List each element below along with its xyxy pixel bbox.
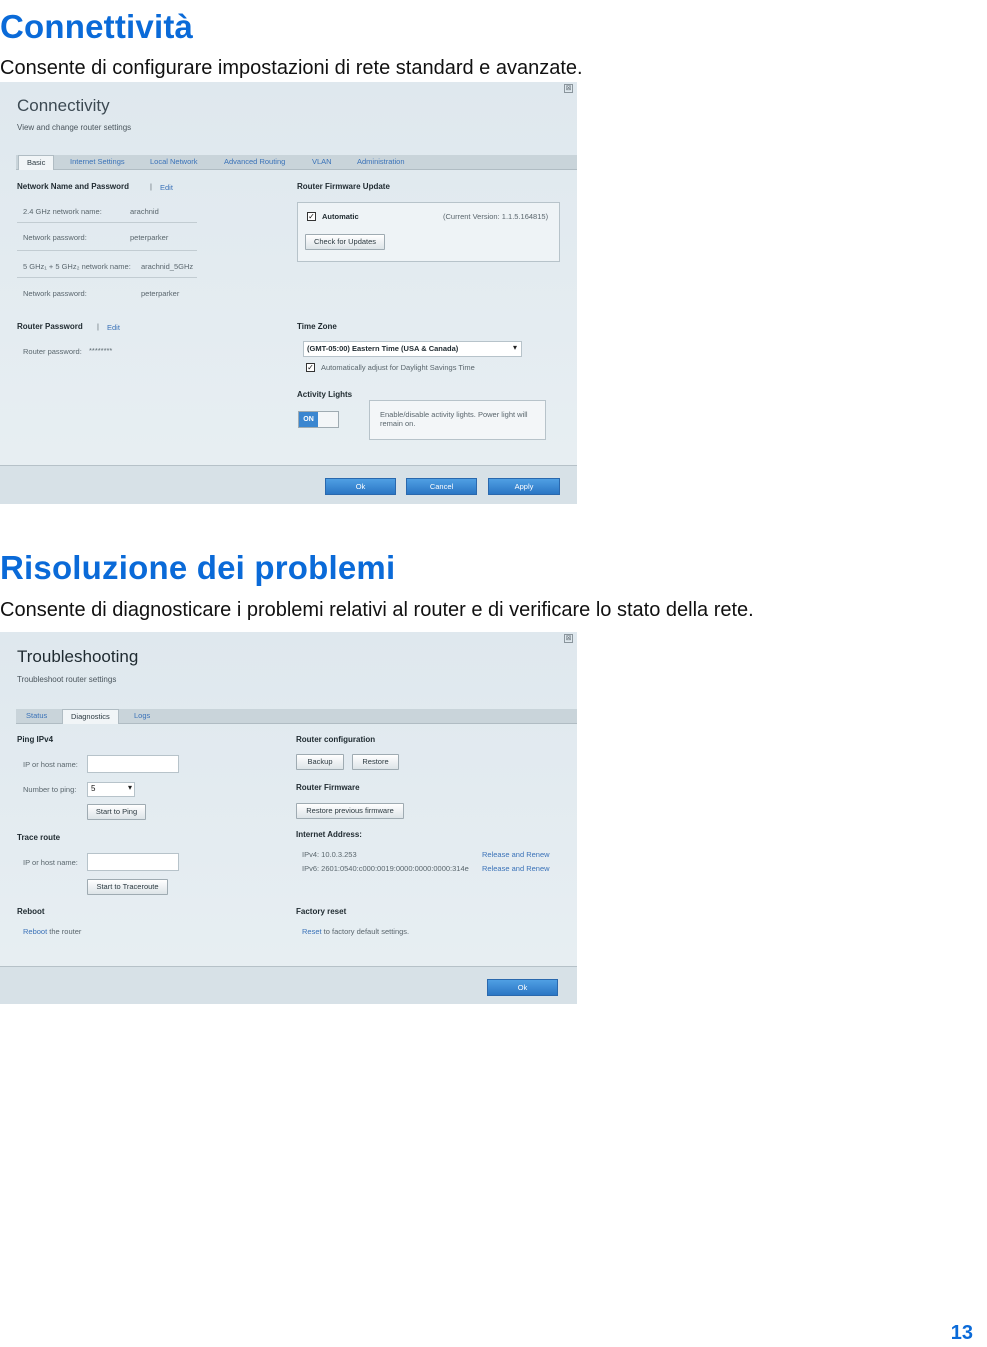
ipv6-address: IPv6: 2601:0540:c000:0019:0000:0000:0000…: [302, 864, 469, 873]
divider: [17, 222, 197, 223]
net24-value: arachnid: [130, 207, 159, 216]
password1-label: Network password:: [23, 233, 87, 242]
firmware-box: ✓ Automatic (Current Version: 1.1.5.1648…: [297, 202, 560, 262]
ping-number-label: Number to ping:: [23, 785, 77, 794]
connectivity-screenshot: ⊠ Connectivity View and change router se…: [0, 82, 577, 504]
trace-host-label: IP or host name:: [23, 858, 78, 867]
firmware-section-title: Router Firmware Update: [297, 182, 390, 191]
factory-reset-line: Reset to factory default settings.: [302, 927, 409, 936]
tab-vlan[interactable]: VLAN: [304, 155, 340, 169]
section-heading-connectivity: Connettività: [0, 8, 194, 45]
window-subtitle: Troubleshoot router settings: [17, 675, 117, 684]
section-lead-connectivity: Consente di configurare impostazioni di …: [0, 57, 583, 79]
password2-label: Network password:: [23, 289, 87, 298]
router-password-value: ********: [89, 346, 113, 355]
close-icon[interactable]: ⊠: [564, 634, 573, 643]
start-traceroute-button[interactable]: Start to Traceroute: [87, 879, 168, 895]
troubleshooting-screenshot: ⊠ Troubleshooting Troubleshoot router se…: [0, 632, 577, 1004]
ping-number-select[interactable]: 5 ▾: [87, 782, 135, 797]
ping-host-input[interactable]: [87, 755, 179, 773]
password1-value: peterparker: [130, 233, 169, 242]
divider: [17, 250, 197, 251]
dst-checkbox[interactable]: ✓: [306, 363, 315, 372]
net24-label: 2.4 GHz network name:: [23, 207, 102, 216]
tab-basic[interactable]: Basic: [18, 155, 55, 170]
chevron-down-icon: ▾: [127, 783, 132, 792]
dialog-footer: Ok Cancel Apply: [0, 465, 577, 504]
reboot-text: the router: [47, 927, 82, 936]
reboot-link[interactable]: Reboot: [23, 927, 47, 936]
reboot-section-title: Reboot: [17, 907, 45, 916]
release-renew-ipv6-link[interactable]: Release and Renew: [482, 864, 550, 873]
divider: [17, 277, 197, 278]
restore-firmware-button[interactable]: Restore previous firmware: [296, 803, 404, 819]
factory-reset-section-title: Factory reset: [296, 907, 347, 916]
tab-logs[interactable]: Logs: [126, 709, 158, 723]
automatic-checkbox[interactable]: ✓: [307, 212, 316, 221]
edit-network-link[interactable]: Edit: [160, 183, 173, 192]
restore-button[interactable]: Restore: [352, 754, 399, 770]
trace-host-input[interactable]: [87, 853, 179, 871]
chevron-down-icon: ▾: [512, 343, 517, 352]
timezone-value: (GMT-05:00) Eastern Time (USA & Canada): [307, 344, 459, 353]
window-title: Connectivity: [17, 96, 110, 115]
net5-value: arachnid_5GHz: [141, 262, 194, 271]
ping-section-title: Ping IPv4: [17, 735, 54, 744]
router-password-section-title: Router Password: [17, 322, 83, 331]
section-heading-troubleshooting: Risoluzione dei problemi: [0, 549, 396, 586]
activity-note-box: Enable/disable activity lights. Power li…: [369, 400, 546, 440]
activity-section-title: Activity Lights: [297, 390, 353, 399]
edit-separator: |: [150, 182, 152, 191]
section-lead-troubleshooting: Consente di diagnosticare i problemi rel…: [0, 599, 754, 621]
tab-local-network[interactable]: Local Network: [142, 155, 206, 169]
ok-button[interactable]: Ok: [487, 979, 558, 996]
edit-separator: |: [97, 322, 99, 331]
ok-button[interactable]: Ok: [325, 478, 396, 495]
edit-router-password-link[interactable]: Edit: [107, 323, 120, 332]
backup-button[interactable]: Backup: [296, 754, 344, 770]
factory-reset-text: to factory default settings.: [321, 927, 410, 936]
ipv4-address: IPv4: 10.0.3.253: [302, 850, 357, 859]
toggle-on-label: ON: [299, 412, 318, 427]
tab-internet-settings[interactable]: Internet Settings: [62, 155, 133, 169]
router-password-label: Router password:: [23, 347, 82, 356]
ping-host-label: IP or host name:: [23, 760, 78, 769]
tab-advanced-routing[interactable]: Advanced Routing: [216, 155, 293, 169]
tab-status[interactable]: Status: [18, 709, 55, 723]
close-icon[interactable]: ⊠: [564, 84, 573, 93]
dst-label: Automatically adjust for Daylight Saving…: [321, 363, 475, 372]
config-section-title: Router configuration: [296, 735, 376, 744]
page-number: 13: [950, 1322, 973, 1344]
trace-section-title: Trace route: [17, 833, 61, 842]
automatic-label: Automatic: [322, 212, 359, 221]
window-title: Troubleshooting: [17, 647, 139, 666]
tab-administration[interactable]: Administration: [349, 155, 413, 169]
timezone-section-title: Time Zone: [297, 322, 337, 331]
start-ping-button[interactable]: Start to Ping: [87, 804, 146, 820]
cancel-button[interactable]: Cancel: [406, 478, 477, 495]
release-renew-ipv4-link[interactable]: Release and Renew: [482, 850, 550, 859]
network-section-title: Network Name and Password: [17, 182, 130, 191]
reboot-line: Reboot the router: [23, 927, 81, 936]
password2-value: peterparker: [141, 289, 180, 298]
activity-toggle[interactable]: ON: [298, 411, 339, 428]
firmware-section-title: Router Firmware: [296, 783, 360, 792]
tab-bar: Status Diagnostics Logs: [16, 709, 577, 724]
tab-diagnostics[interactable]: Diagnostics: [62, 709, 119, 724]
current-version: (Current Version: 1.1.5.164815): [443, 212, 549, 221]
timezone-select[interactable]: (GMT-05:00) Eastern Time (USA & Canada) …: [303, 341, 522, 357]
apply-button[interactable]: Apply: [488, 478, 560, 495]
factory-reset-link[interactable]: Reset: [302, 927, 322, 936]
internet-address-section-title: Internet Address:: [296, 830, 362, 839]
activity-note: Enable/disable activity lights. Power li…: [380, 410, 528, 428]
check-updates-button[interactable]: Check for Updates: [305, 234, 385, 250]
net5-label: 5 GHz₁ + 5 GHz₂ network name:: [23, 262, 131, 271]
window-subtitle: View and change router settings: [17, 123, 132, 132]
tab-bar: Basic Internet Settings Local Network Ad…: [16, 155, 577, 170]
ping-number-value: 5: [91, 784, 96, 793]
dialog-footer: Ok: [0, 966, 577, 1004]
